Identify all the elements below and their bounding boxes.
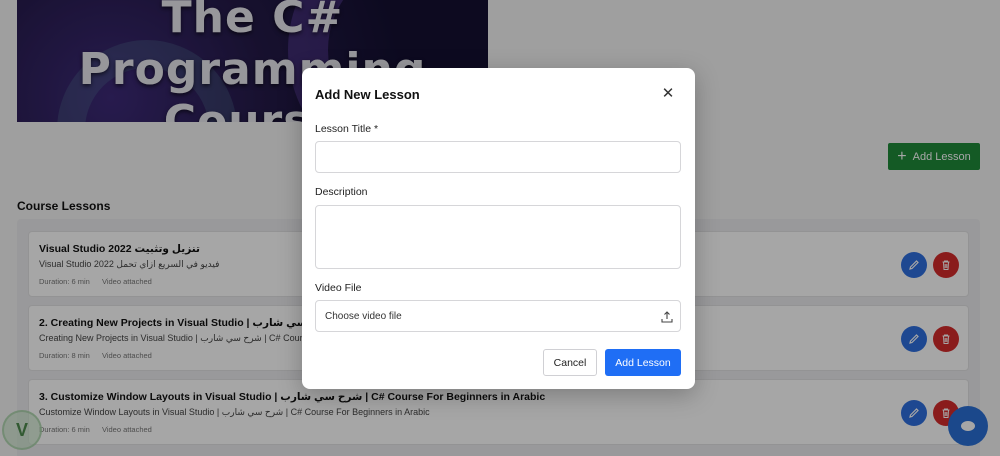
description-textarea[interactable] (315, 205, 681, 269)
video-file-input[interactable]: Choose video file (315, 300, 681, 332)
modal-title: Add New Lesson (315, 87, 420, 102)
add-lesson-modal: Add New Lesson ✕ Lesson Title * Descript… (302, 68, 695, 389)
lesson-title-label: Lesson Title * (315, 123, 379, 135)
video-file-placeholder: Choose video file (325, 311, 402, 322)
description-label: Description (315, 186, 368, 198)
cancel-button[interactable]: Cancel (543, 349, 597, 376)
upload-icon (661, 311, 673, 323)
close-icon[interactable]: ✕ (660, 86, 676, 102)
submit-add-lesson-button[interactable]: Add Lesson (605, 349, 681, 376)
lesson-title-input[interactable] (315, 141, 681, 173)
video-file-label: Video File (315, 282, 362, 294)
